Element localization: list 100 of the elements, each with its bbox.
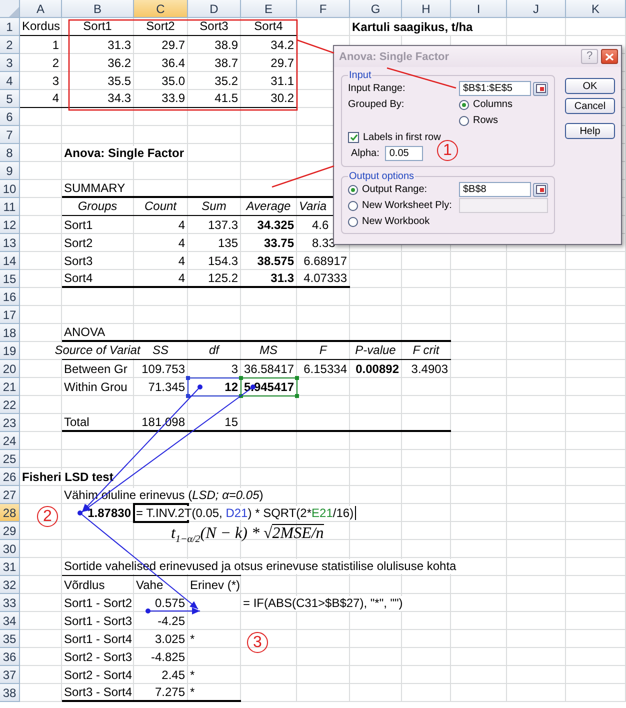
checkbox-option[interactable]: Labels in first row [348,132,548,143]
input-field[interactable] [459,198,548,213]
row-header[interactable]: 4 [0,72,20,90]
cell-text: 38.575 [257,254,294,268]
column-header[interactable]: F [297,0,350,18]
close-button[interactable] [601,49,618,64]
column-header[interactable]: I [451,0,507,18]
row-header[interactable]: 24 [0,432,20,450]
radio-option[interactable]: Columns [459,99,548,110]
row-header[interactable]: 25 [0,450,20,468]
row-header[interactable]: 28 [0,504,20,522]
close-icon [605,52,614,60]
row-header[interactable]: 27 [0,486,20,504]
row-header[interactable]: 10 [0,180,20,198]
row-header[interactable]: 30 [0,540,20,558]
row-header[interactable]: 33 [0,594,20,612]
row-header[interactable]: 12 [0,216,20,234]
cell-text: 34.2 [270,38,294,52]
cell-text: 33.75 [264,236,294,250]
column-header[interactable]: C [134,0,188,18]
radio-option[interactable]: New Worksheet Ply: [348,200,459,211]
math-formula: t$_{1−α/2}$(N − k) * √2MSE/n [171,525,324,543]
row-header[interactable]: 38 [0,684,20,702]
row-header[interactable]: 15 [0,270,20,288]
cell-text: Sort1 - Sort4 [64,632,132,646]
step-marker: 2 [37,506,58,527]
row-header[interactable]: 8 [0,144,20,162]
row-header[interactable]: 14 [0,252,20,270]
dialog-button[interactable]: Cancel [565,98,615,114]
column-header[interactable]: E [241,0,297,18]
cell-text: Between Gr [64,362,128,376]
column-header[interactable]: K [566,0,626,18]
row-header[interactable]: 5 [0,90,20,108]
leader-line [296,39,334,54]
range-picker-button[interactable] [533,82,548,96]
row-header[interactable]: 21 [0,378,20,396]
field-label: Input Range: [348,83,406,94]
cell-text: Sort1 [64,218,93,232]
row-header[interactable]: 37 [0,666,20,684]
radio-option[interactable]: Rows [459,115,548,126]
row-header[interactable]: 9 [0,162,20,180]
cell-text: 3.4903 [411,362,448,376]
field-label: Grouped By: [348,99,406,110]
row-header[interactable]: 13 [0,234,20,252]
cell-text: 0.00892 [356,362,399,376]
row-header[interactable]: 19 [0,342,20,360]
cell-text: 135 [218,236,238,250]
cell-text: 1.87830 [88,506,131,520]
leader-line [272,165,334,188]
row-header[interactable]: 32 [0,576,20,594]
input-field[interactable]: $B$8 [459,182,531,197]
row-header[interactable]: 18 [0,324,20,342]
column-heading: Source of Variat [54,343,140,358]
dialog-button[interactable]: Help [565,123,615,139]
row-header[interactable]: 6 [0,108,20,126]
cell-text: Anova: Single Factor [64,146,184,160]
row-header[interactable]: 26 [0,468,20,486]
cell-text: Erinev (*) [190,578,240,592]
column-header[interactable]: B [62,0,134,18]
cell-text: 125.2 [208,270,238,286]
cell-text: 31.1 [270,74,294,88]
cell-text: 2.45 [162,668,185,682]
cell-text: 38.9 [214,38,238,52]
row-header[interactable]: 16 [0,288,20,306]
input-field[interactable]: $B$1:$E$5 [459,81,531,96]
field-label: Alpha: [351,148,380,158]
column-header[interactable]: A [20,0,62,18]
cell-text: Sort2 - Sort3 [64,650,132,664]
row-header[interactable]: 23 [0,414,20,432]
cell-text: 35.5 [108,74,131,88]
row-header[interactable]: 31 [0,558,20,576]
row-header[interactable]: 1 [0,18,20,36]
dialog-button[interactable]: OK [565,78,615,94]
row-header[interactable]: 7 [0,126,20,144]
column-heading: Groups [78,199,118,214]
row-header[interactable]: 17 [0,306,20,324]
row-header[interactable]: 35 [0,630,20,648]
row-header[interactable]: 36 [0,648,20,666]
column-header[interactable]: G [350,0,402,18]
row-header[interactable]: 34 [0,612,20,630]
formula-text[interactable]: = T.INV.2T(0.05, D21) * SQRT(2*E21/16) [136,506,356,520]
row-header[interactable]: 20 [0,360,20,378]
radio-option[interactable]: New Workbook [348,216,459,227]
row-header[interactable]: 2 [0,36,20,54]
row-header[interactable]: 29 [0,522,20,540]
cell-text: 71.345 [148,380,185,394]
cell-text: 36.58417 [244,362,294,376]
group-title: Output options [348,171,416,182]
column-header[interactable]: H [402,0,451,18]
range-picker-button[interactable] [533,182,548,196]
row-header[interactable]: 3 [0,54,20,72]
cell-text: 29.7 [270,56,294,70]
row-header[interactable]: 11 [0,198,20,216]
column-header[interactable]: D [188,0,241,18]
row-header[interactable]: 22 [0,396,20,414]
input-field[interactable]: 0.05 [385,146,424,160]
column-header[interactable]: J [507,0,566,18]
help-button[interactable]: ? [581,49,598,64]
cell-text: Within Grou [64,380,128,394]
radio-option[interactable]: Output Range: [348,184,459,195]
